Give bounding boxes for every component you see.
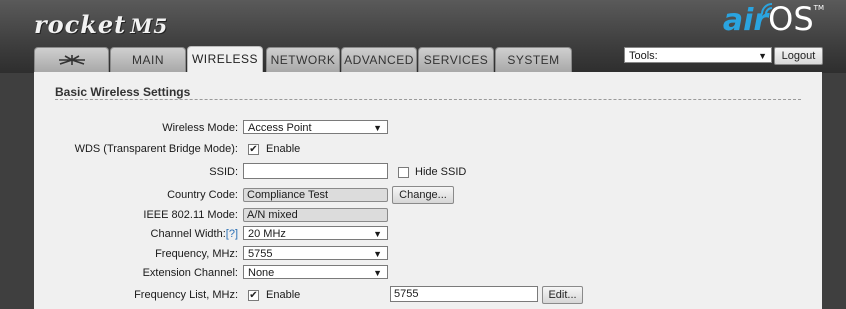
- ieee-mode-value: A/N mixed: [243, 208, 388, 222]
- airos-logo: airOSTM: [723, 0, 824, 40]
- tab-main[interactable]: MAIN: [110, 47, 186, 72]
- tools-dropdown[interactable]: Tools: ▼: [624, 47, 772, 63]
- header-bar: rocket M5 airOSTM MAIN WIRELESS NETWORK A…: [0, 0, 846, 73]
- hide-ssid-checkbox[interactable]: [398, 167, 409, 178]
- extension-channel-value: None: [248, 267, 275, 279]
- country-code-value: Compliance Test: [243, 188, 388, 202]
- chevron-down-icon: ▼: [373, 249, 382, 259]
- wireless-mode-select[interactable]: Access Point ▼: [243, 120, 388, 134]
- extension-channel-select[interactable]: None ▼: [243, 265, 388, 279]
- frequency-list-input[interactable]: 5755: [390, 286, 538, 302]
- chevron-down-icon: ▼: [373, 123, 382, 133]
- wireless-mode-value: Access Point: [248, 122, 312, 134]
- frequency-list-enable-label: Enable: [266, 289, 301, 301]
- channel-width-select[interactable]: 20 MHz ▼: [243, 226, 388, 240]
- change-country-button[interactable]: Change...: [392, 186, 454, 204]
- wds-enable-label: Enable: [266, 143, 301, 155]
- section-title: Basic Wireless Settings: [55, 85, 191, 99]
- brand-name: rocket: [34, 10, 127, 39]
- wds-checkbox[interactable]: ✔: [248, 144, 259, 155]
- country-code-label: Country Code:: [167, 189, 238, 201]
- logout-button[interactable]: Logout: [774, 47, 823, 65]
- rocket-logo: rocket M5: [34, 10, 168, 39]
- ssid-label: SSID:: [209, 166, 238, 178]
- wds-label: WDS (Transparent Bridge Mode):: [74, 143, 238, 155]
- tab-network[interactable]: NETWORK: [266, 47, 340, 72]
- channel-width-label-text: Channel Width:: [150, 228, 226, 240]
- channel-width-label: Channel Width:[?]: [151, 228, 238, 240]
- extension-channel-label: Extension Channel:: [142, 267, 238, 279]
- model-name: M5: [130, 14, 169, 38]
- edit-frequency-list-button[interactable]: Edit...: [542, 286, 583, 304]
- settings-panel: Basic Wireless Settings Wireless Mode: A…: [34, 72, 822, 309]
- frequency-list-label: Frequency List, MHz:: [134, 289, 238, 301]
- tab-system[interactable]: SYSTEM: [495, 47, 572, 72]
- ieee-mode-label: IEEE 802.11 Mode:: [143, 209, 238, 221]
- tab-ubiquiti-logo[interactable]: [34, 47, 109, 72]
- frequency-select[interactable]: 5755 ▼: [243, 246, 388, 260]
- tools-selected: Tools:: [629, 50, 658, 62]
- tab-wireless[interactable]: WIRELESS: [187, 46, 263, 73]
- channel-width-help-link[interactable]: [?]: [226, 228, 238, 240]
- chevron-down-icon: ▼: [758, 51, 767, 61]
- channel-width-value: 20 MHz: [248, 228, 286, 240]
- trademark: TM: [813, 4, 824, 12]
- chevron-down-icon: ▼: [373, 229, 382, 239]
- wireless-mode-label: Wireless Mode:: [162, 122, 238, 134]
- ubiquiti-logo-icon: [58, 55, 85, 65]
- section-divider: [55, 99, 801, 100]
- chevron-down-icon: ▼: [373, 268, 382, 278]
- tab-services[interactable]: SERVICES: [418, 47, 494, 72]
- tab-advanced[interactable]: ADVANCED: [341, 47, 417, 72]
- frequency-value: 5755: [248, 248, 273, 260]
- wifi-signal-icon: [760, 3, 772, 15]
- frequency-label: Frequency, MHz:: [155, 248, 238, 260]
- frequency-list-checkbox[interactable]: ✔: [248, 290, 259, 301]
- hide-ssid-label: Hide SSID: [415, 166, 467, 178]
- ssid-input[interactable]: [243, 163, 388, 179]
